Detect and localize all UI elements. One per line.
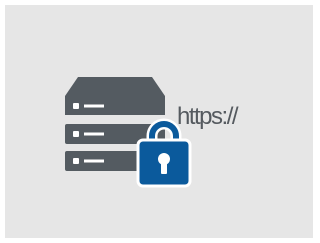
illustration-frame: https:// [5, 5, 313, 238]
server-icon [65, 75, 195, 195]
https-protocol-text: https:// [177, 103, 239, 130]
